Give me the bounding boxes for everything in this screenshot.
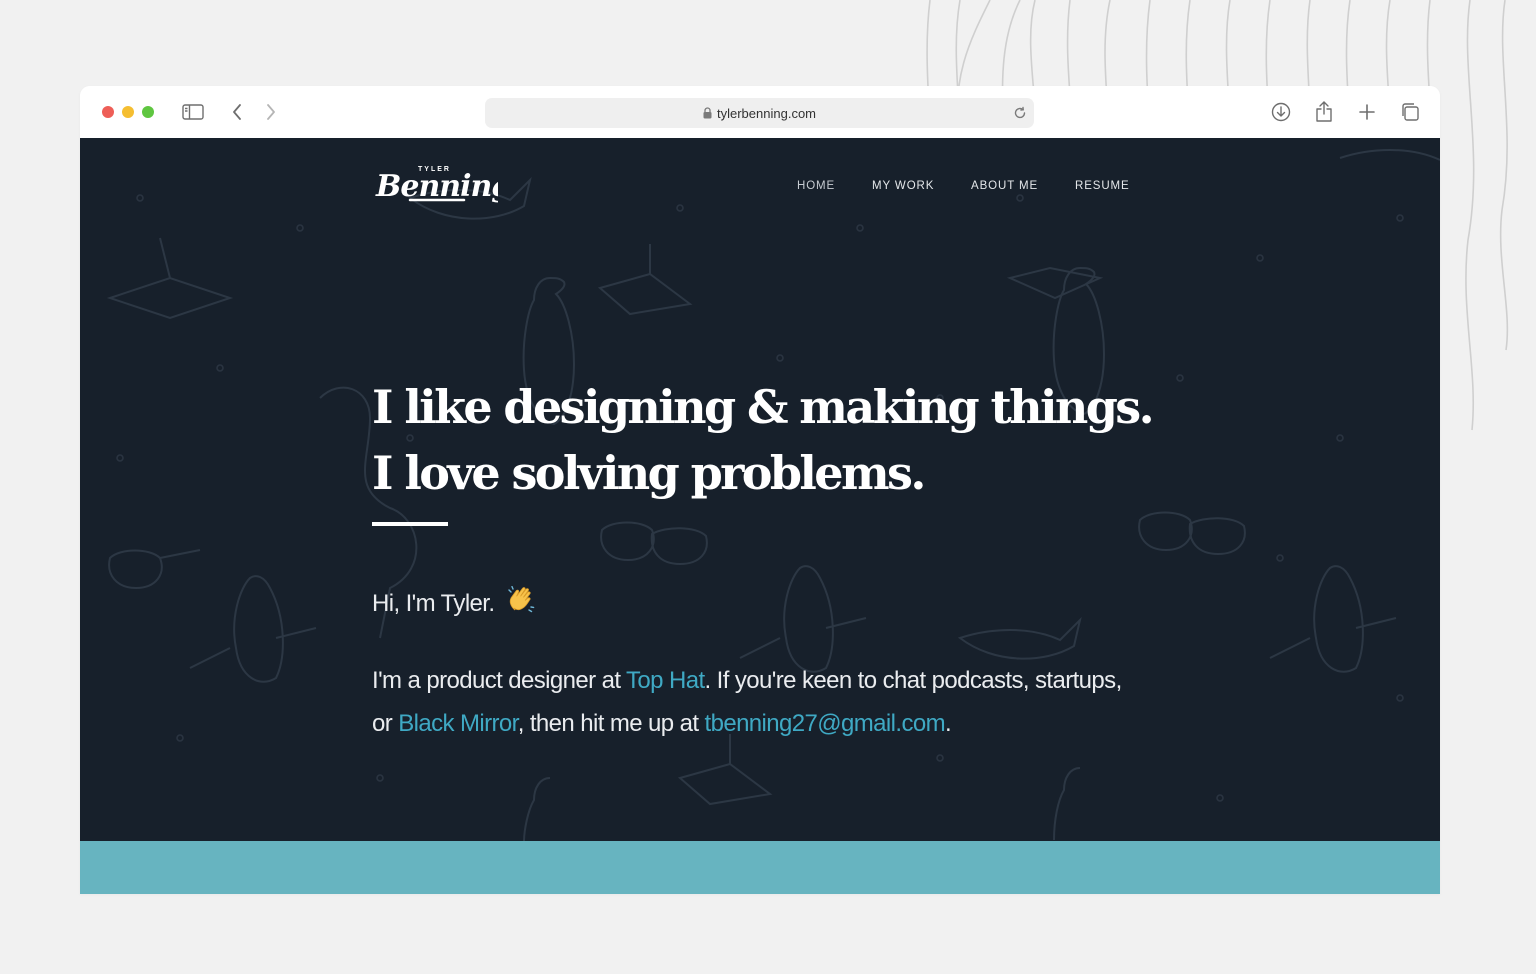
sidebar-icon[interactable] — [181, 100, 205, 124]
browser-toolbar: tylerbenning.com — [80, 86, 1440, 139]
minimize-window-button[interactable] — [122, 106, 134, 118]
top-hat-link[interactable]: Top Hat — [626, 667, 705, 694]
greeting-text: Hi, I'm Tyler. — [372, 590, 495, 617]
bio-text-1: I'm a product designer at — [372, 667, 627, 694]
share-icon[interactable] — [1312, 100, 1336, 124]
download-icon[interactable] — [1269, 100, 1293, 124]
bio-text-3: , then hit me up at — [517, 710, 705, 737]
address-bar[interactable]: tylerbenning.com — [485, 98, 1034, 128]
black-mirror-link[interactable]: Black Mirror — [398, 710, 518, 737]
headline-underline — [372, 522, 448, 526]
headline-line-1: I like designing & making things. — [372, 380, 1155, 434]
hero-headline: I like designing & making things. I love… — [372, 374, 1172, 506]
bio-text-4: . — [945, 710, 952, 737]
website-hero: TYLER Benning HOME MY WORK ABOUT ME RESU… — [80, 138, 1440, 841]
email-link[interactable]: tbenning27@gmail.com — [705, 710, 946, 737]
nav-home[interactable]: HOME — [797, 180, 835, 192]
url-text: tylerbenning.com — [717, 105, 816, 121]
reload-icon[interactable] — [1012, 105, 1028, 124]
back-icon[interactable] — [225, 100, 249, 124]
zoom-window-button[interactable] — [142, 106, 154, 118]
teal-section-band — [80, 841, 1440, 894]
nav-my-work[interactable]: MY WORK — [872, 180, 934, 192]
waving-hand-icon — [507, 585, 535, 621]
headline-line-2: I love solving problems. — [372, 446, 926, 500]
new-tab-icon[interactable] — [1355, 100, 1379, 124]
logo[interactable]: TYLER Benning — [374, 160, 498, 208]
greeting: Hi, I'm Tyler. — [372, 585, 535, 621]
lock-icon — [703, 107, 712, 119]
close-window-button[interactable] — [102, 106, 114, 118]
nav-resume[interactable]: RESUME — [1075, 180, 1130, 192]
bio-paragraph: I'm a product designer at Top Hat. If yo… — [372, 659, 1132, 745]
nav-about-me[interactable]: ABOUT ME — [971, 180, 1038, 192]
browser-window: tylerbenning.com TYLER Benning HOME MY W… — [80, 86, 1440, 894]
forward-icon[interactable] — [259, 100, 283, 124]
tabs-overview-icon[interactable] — [1398, 100, 1422, 124]
